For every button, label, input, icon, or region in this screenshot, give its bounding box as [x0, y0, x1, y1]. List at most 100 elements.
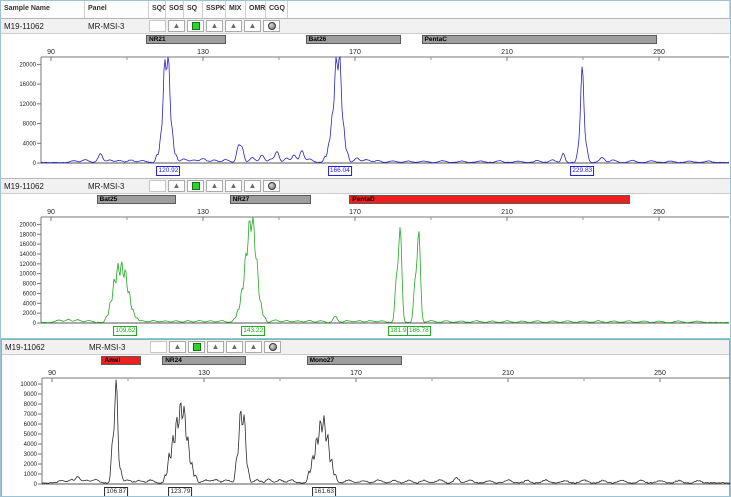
- empty-flag-cell: [150, 341, 167, 353]
- panel1-electropherogram[interactable]: 90130170210250040008000120001600020000: [1, 45, 731, 165]
- marker-bar-amel[interactable]: Amel: [101, 356, 141, 365]
- svg-text:4000: 4000: [23, 141, 37, 147]
- marker-bar-bat25[interactable]: Bat25: [97, 195, 177, 204]
- peak-size-label[interactable]: 120.92: [156, 166, 180, 176]
- peak-size-label[interactable]: 166.04: [328, 166, 352, 176]
- panel2-header: M19-11062 MR-MSI-3 ▲▲▲▲: [1, 179, 730, 194]
- svg-text:20000: 20000: [19, 222, 36, 228]
- panel1-header: M19-11062 MR-MSI-3 ▲▲▲▲: [1, 19, 730, 34]
- panel3-marker-row: Amel NR24 Mono27: [2, 355, 729, 366]
- svg-text:2000: 2000: [24, 462, 38, 468]
- warning-triangle-icon[interactable]: ▲: [225, 20, 242, 32]
- svg-text:130: 130: [198, 370, 210, 377]
- trace: [42, 380, 730, 484]
- svg-text:6000: 6000: [24, 422, 38, 428]
- peak-size-label[interactable]: 109.62: [114, 326, 138, 336]
- svg-text:12000: 12000: [19, 102, 36, 108]
- warning-triangle-icon[interactable]: ▲: [206, 20, 223, 32]
- trace: [41, 57, 729, 163]
- column-header-sos: SOS: [166, 1, 184, 18]
- pass-square-icon[interactable]: [187, 180, 204, 192]
- score-circle-icon[interactable]: [264, 341, 281, 353]
- svg-text:12000: 12000: [19, 262, 36, 268]
- svg-text:8000: 8000: [23, 282, 37, 288]
- svg-text:90: 90: [47, 49, 55, 56]
- panel3-electropherogram[interactable]: 9013017021025001000200030004000500060007…: [2, 366, 731, 486]
- pass-square-icon[interactable]: [188, 341, 205, 353]
- svg-text:8000: 8000: [23, 122, 37, 128]
- warning-triangle-icon[interactable]: ▲: [225, 180, 242, 192]
- panel3-quality-flags: ▲▲▲▲: [150, 340, 283, 355]
- marker-bar-pentac[interactable]: PentaC: [422, 35, 658, 44]
- panel3-sample-name: M19-11062: [2, 343, 86, 352]
- svg-text:20000: 20000: [19, 62, 36, 68]
- svg-text:170: 170: [350, 370, 362, 377]
- warning-triangle-icon[interactable]: ▲: [169, 341, 186, 353]
- warning-triangle-icon[interactable]: ▲: [206, 180, 223, 192]
- panel2-sample-name: M19-11062: [1, 182, 85, 191]
- peak-size-label[interactable]: 123.79: [168, 487, 192, 497]
- column-header-mix: MIX: [226, 1, 246, 18]
- warning-triangle-icon[interactable]: ▲: [226, 341, 243, 353]
- column-header-omr: OMR: [246, 1, 266, 18]
- svg-text:14000: 14000: [19, 252, 36, 258]
- column-header-sample-name: Sample Name: [1, 1, 85, 18]
- marker-bar-bat26[interactable]: Bat26: [306, 35, 401, 44]
- warning-triangle-icon[interactable]: ▲: [207, 341, 224, 353]
- warning-triangle-icon[interactable]: ▲: [245, 341, 262, 353]
- svg-text:16000: 16000: [19, 242, 36, 248]
- peak-size-label[interactable]: 229.83: [570, 166, 594, 176]
- sample-row-panel-3-selected: M19-11062 MR-MSI-3 ▲▲▲▲ Amel NR24 Mono27 9…: [1, 339, 730, 497]
- svg-text:130: 130: [197, 209, 209, 216]
- svg-text:3000: 3000: [24, 452, 38, 458]
- svg-text:90: 90: [47, 209, 55, 216]
- y-axis: 0200040006000800010000120001400016000180…: [19, 217, 41, 325]
- warning-triangle-icon[interactable]: ▲: [168, 180, 185, 192]
- column-header-spacer: [288, 1, 730, 18]
- sample-row-panel-2: M19-11062 MR-MSI-3 ▲▲▲▲ Bat25NR27PentaD …: [1, 179, 730, 339]
- marker-bar-nr27[interactable]: NR27: [230, 195, 312, 204]
- empty-flag-cell: [149, 20, 166, 32]
- marker-bar-pentad[interactable]: PentaD: [349, 195, 630, 204]
- peak-size-label[interactable]: 143.22: [241, 326, 265, 336]
- empty-flag-cell: [149, 180, 166, 192]
- panel1-marker-row: NR21 Bat26 PentaC: [1, 34, 730, 45]
- svg-text:18000: 18000: [19, 232, 36, 238]
- marker-bar-nr24[interactable]: NR24: [162, 356, 246, 365]
- svg-text:250: 250: [653, 49, 665, 56]
- svg-text:1000: 1000: [24, 472, 38, 478]
- svg-text:5000: 5000: [24, 432, 38, 438]
- marker-bar-nr21[interactable]: NR21: [146, 35, 226, 44]
- warning-triangle-icon[interactable]: ▲: [168, 20, 185, 32]
- y-axis: 0100020003000400050006000700080009000100…: [20, 378, 42, 486]
- score-circle-icon[interactable]: [263, 20, 280, 32]
- peak-size-label[interactable]: 186.78: [407, 326, 431, 336]
- panel1-quality-flags: ▲▲▲▲: [149, 19, 282, 34]
- x-axis: 90130170210250: [41, 49, 729, 61]
- svg-text:130: 130: [197, 49, 209, 56]
- column-header-row: Sample Name Panel SQO SOS SQ SSPK MIX OM…: [1, 1, 730, 19]
- svg-text:8000: 8000: [24, 402, 38, 408]
- panel2-electropherogram[interactable]: 9013017021025002000400060008000100001200…: [1, 205, 731, 325]
- svg-text:170: 170: [349, 49, 361, 56]
- svg-text:250: 250: [654, 370, 666, 377]
- panel2-panel-name: MR-MSI-3: [85, 182, 149, 191]
- pass-square-icon[interactable]: [187, 20, 204, 32]
- marker-bar-mono27[interactable]: Mono27: [307, 356, 402, 365]
- peak-size-label[interactable]: 161.63: [312, 487, 336, 497]
- panel2-marker-row: Bat25 NR27 PentaD: [1, 194, 730, 205]
- score-circle-icon[interactable]: [263, 180, 280, 192]
- sample-row-panel-1: M19-11062 MR-MSI-3 ▲▲▲▲ NR21Bat26PentaC …: [1, 19, 730, 179]
- svg-text:90: 90: [48, 370, 56, 377]
- svg-text:7000: 7000: [24, 412, 38, 418]
- svg-text:210: 210: [502, 370, 514, 377]
- panel3-header: M19-11062 MR-MSI-3 ▲▲▲▲: [2, 340, 729, 355]
- svg-text:170: 170: [349, 209, 361, 216]
- panel2-quality-flags: ▲▲▲▲: [149, 179, 282, 194]
- warning-triangle-icon[interactable]: ▲: [244, 180, 261, 192]
- warning-triangle-icon[interactable]: ▲: [244, 20, 261, 32]
- column-header-sq: SQ: [184, 1, 203, 18]
- fragment-analysis-window: Sample Name Panel SQO SOS SQ SSPK MIX OM…: [0, 0, 731, 497]
- peak-size-label[interactable]: 106.87: [104, 487, 128, 497]
- y-axis: 040008000120001600020000: [19, 57, 41, 165]
